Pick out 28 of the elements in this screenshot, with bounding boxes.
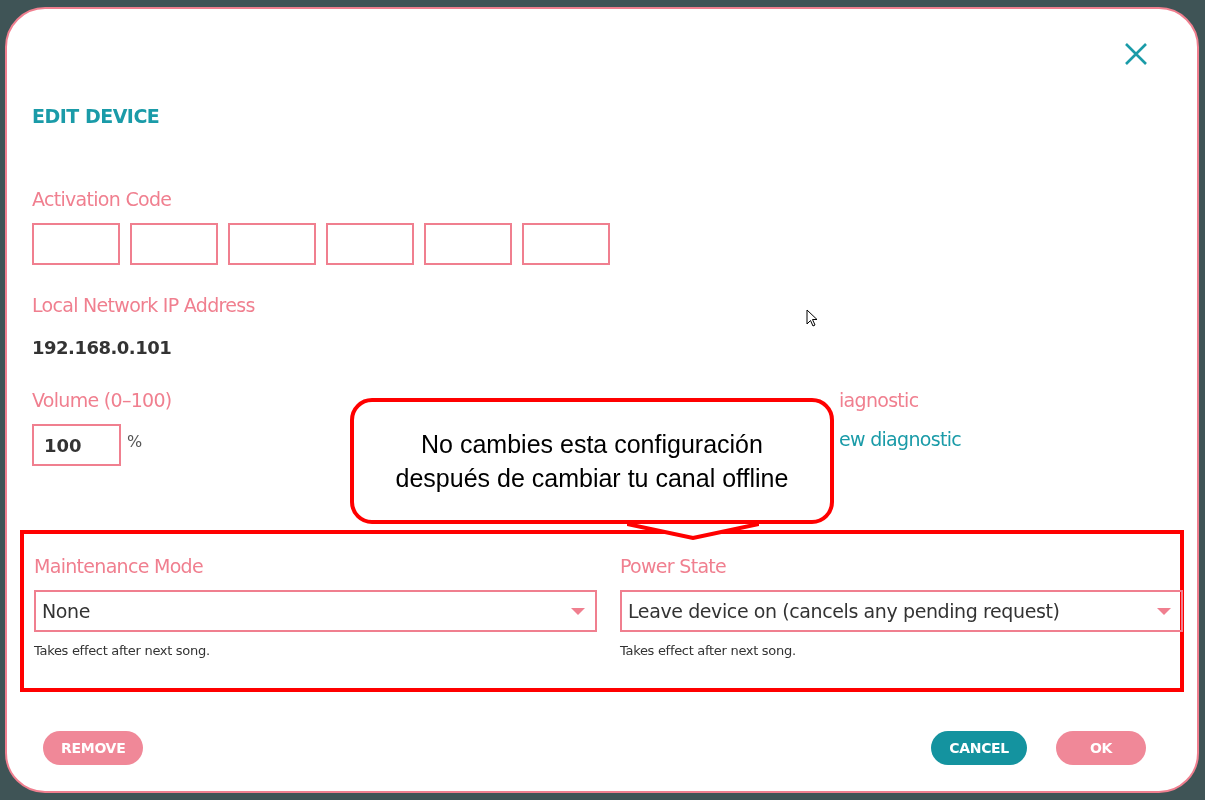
- unit-label: %: [127, 431, 143, 451]
- volume-field[interactable]: 100: [32, 424, 121, 466]
- ip-address: 192.168.0.101: [32, 337, 173, 358]
- code-field[interactable]: [228, 223, 316, 265]
- hint-text: Takes effect after next song.: [34, 643, 211, 658]
- dropdown[interactable]: Leave device on (cancels any pending request): [620, 590, 1183, 632]
- cursor-icon: [806, 309, 818, 327]
- remove-button[interactable]: REMOVE: [43, 731, 144, 765]
- dropdown[interactable]: None: [34, 590, 597, 632]
- code-field[interactable]: [424, 223, 512, 265]
- caret-icon: [1157, 607, 1171, 615]
- field-label: Activation Code: [32, 187, 173, 211]
- close-icon[interactable]: [1124, 42, 1148, 66]
- code-field[interactable]: [522, 223, 610, 265]
- action-button[interactable]: OK: [1056, 731, 1146, 765]
- field-label: iagnostic: [839, 388, 920, 412]
- dialog-title: EDIT DEVICE: [32, 105, 161, 129]
- field-label: Power State: [620, 554, 728, 578]
- code-field[interactable]: [130, 223, 218, 265]
- field-label: Volume (0–100): [32, 388, 173, 412]
- action-button[interactable]: CANCEL: [931, 731, 1027, 765]
- hint-text: Takes effect after next song.: [620, 643, 797, 658]
- field-label: Maintenance Mode: [34, 554, 204, 578]
- code-field[interactable]: [326, 223, 414, 265]
- diagnostic-link[interactable]: ew diagnostic: [839, 428, 961, 450]
- caret-icon: [571, 607, 585, 615]
- field-label: Local Network IP Address: [32, 293, 256, 317]
- code-field[interactable]: [32, 223, 120, 265]
